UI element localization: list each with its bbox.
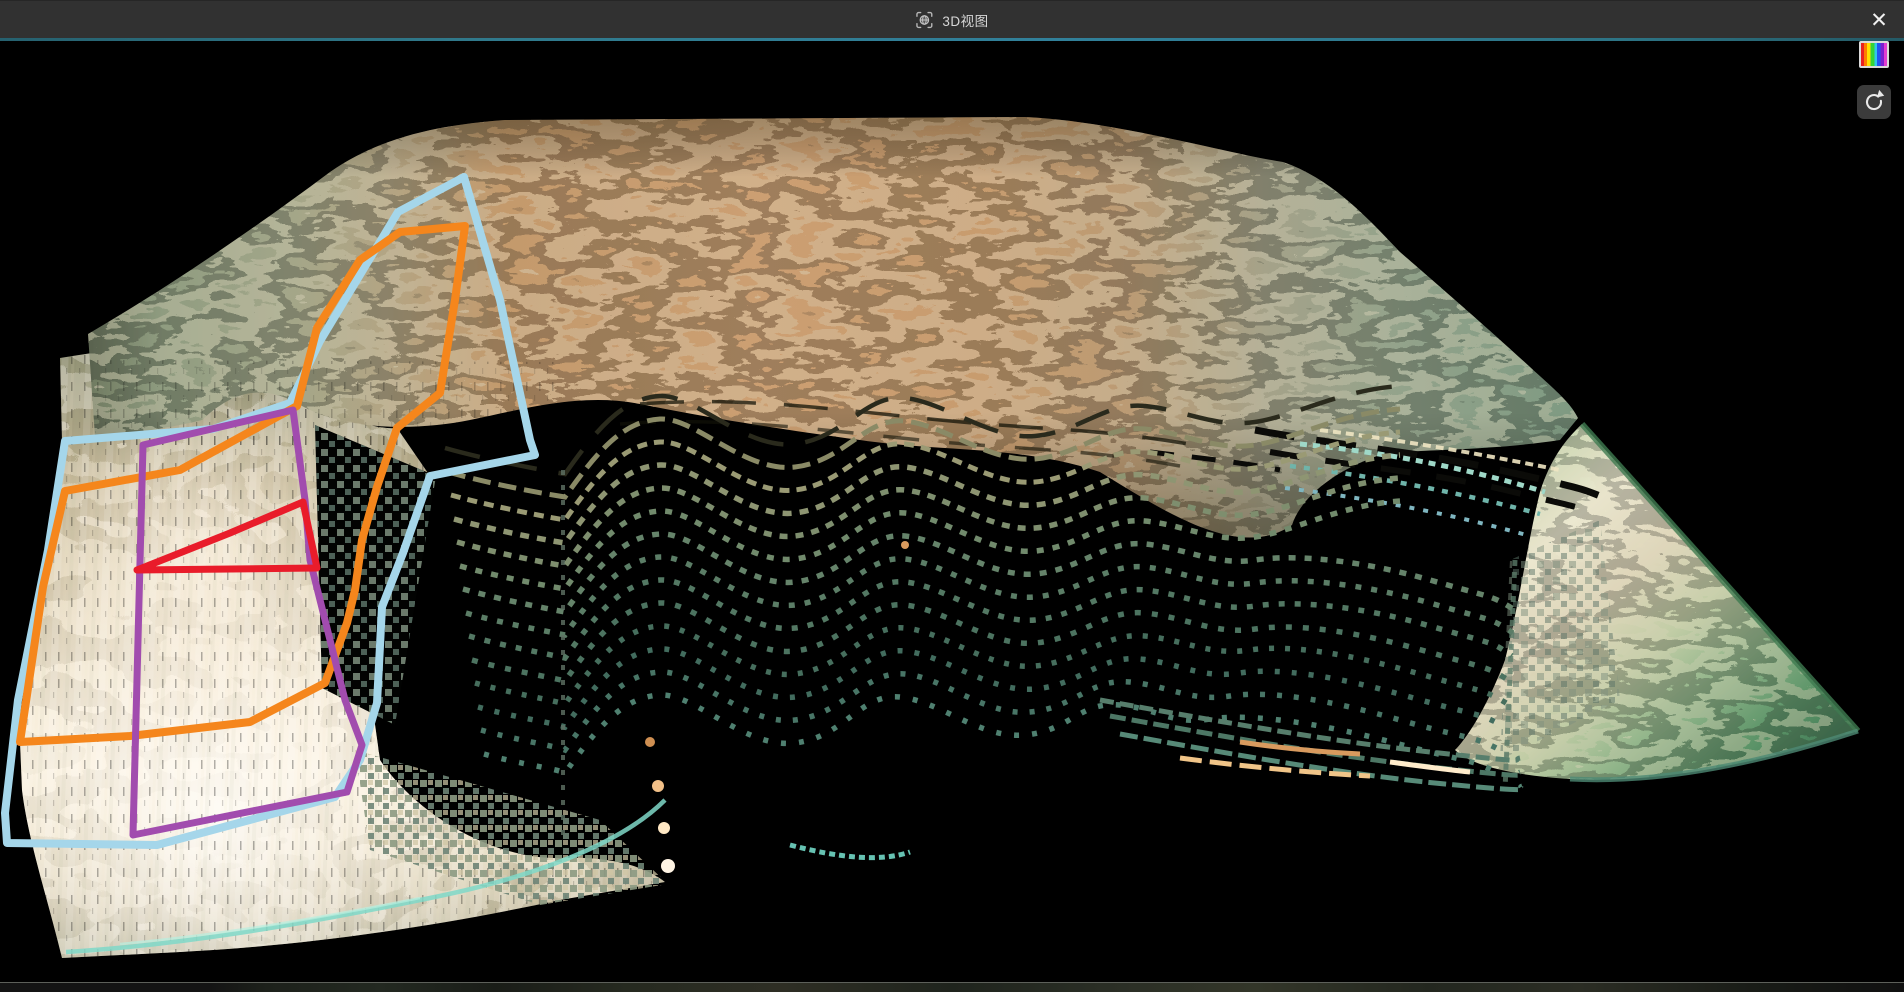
bottom-edge-strip <box>0 982 1904 992</box>
3d-viewport[interactable] <box>0 0 1904 992</box>
window-title: 3D视图 <box>942 10 988 30</box>
colormap-button[interactable] <box>1859 41 1889 68</box>
reset-view-button[interactable] <box>1857 85 1891 119</box>
3d-scene <box>0 0 1904 992</box>
3d-scan-icon <box>915 11 933 29</box>
reset-view-icon <box>1857 85 1891 119</box>
titlebar: 3D视图 ✕ <box>0 0 1904 39</box>
titlebar-accent-line <box>0 38 1904 41</box>
window-title-group: 3D视图 <box>915 1 988 39</box>
close-button[interactable]: ✕ <box>1863 4 1895 36</box>
